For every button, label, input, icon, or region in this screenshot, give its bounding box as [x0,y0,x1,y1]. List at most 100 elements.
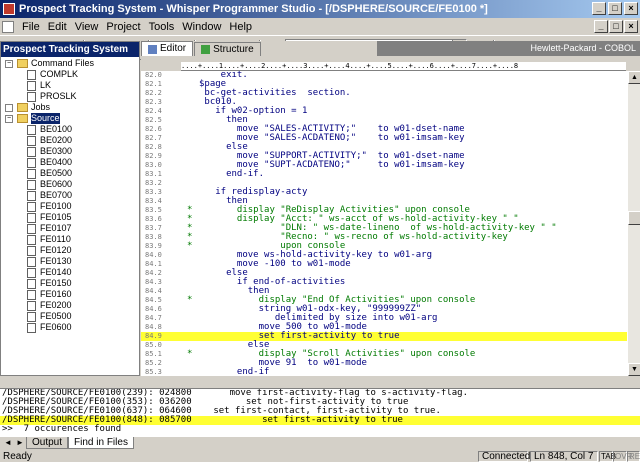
line-number: 84.5 [145,296,162,304]
tree-item[interactable]: BE0300 [1,146,139,157]
line-number: 84.2 [145,269,162,277]
line-number: 83.8 [145,233,162,241]
status-ready: Ready [3,451,32,462]
output-line[interactable]: >> 7 occurences found [0,425,640,434]
tree-item[interactable]: FE0600 [1,322,139,333]
tree-item[interactable]: FE0105 [1,212,139,223]
document-icon[interactable] [2,20,14,33]
line-number: 83.6 [145,215,162,223]
title-bar: Prospect Tracking System - Whisper Progr… [0,0,640,18]
collapse-icon[interactable]: − [5,115,13,123]
file-icon [27,70,36,80]
collapse-icon[interactable]: − [5,60,13,68]
connection-status: Connected [478,451,530,462]
file-icon [27,235,36,245]
tree-item[interactable]: BE0100 [1,124,139,135]
tab-output[interactable]: Output [26,437,69,449]
status-bar: Ready Connected Ln 848, Col 7 TAB OVR RE… [0,450,640,462]
project-panel-title: Prospect Tracking System files [1,42,139,70]
file-icon [27,191,36,201]
tree-item[interactable]: FE0160 [1,289,139,300]
minimize-button[interactable]: _ [592,2,606,15]
line-number: 82.8 [145,143,162,151]
line-number: 82.5 [145,116,162,124]
mdi-close-button[interactable]: × [624,20,638,33]
tree-item-label: BE0400 [40,157,73,167]
tree-item[interactable]: FE0120 [1,245,139,256]
tree-item[interactable]: BE0700 [1,190,139,201]
menu-help[interactable]: Help [225,21,256,33]
tree-item[interactable]: BE0500 [1,168,139,179]
tree-item[interactable]: FE0140 [1,267,139,278]
scroll-thumb[interactable] [628,211,640,225]
code-line[interactable]: 83.1 end-if. [141,170,627,179]
scroll-down-icon[interactable]: ▼ [628,363,640,376]
tree-item[interactable]: − Command Files [1,58,139,69]
tree-item[interactable]: LK [1,80,139,91]
tree-item[interactable]: Jobs [1,102,139,113]
tree-item[interactable]: BE0400 [1,157,139,168]
tree-item-label: BE0700 [40,190,73,200]
menu-view[interactable]: View [71,21,103,33]
line-number: 84.4 [145,287,162,295]
scroll-up-icon[interactable]: ▲ [628,71,640,84]
line-number: 85.3 [145,368,162,376]
menu-edit[interactable]: Edit [44,21,71,33]
code-editor[interactable]: 82.0 exit. 82.1 $page 82.2 bc-get-activitie… [141,71,627,376]
tree-item[interactable]: − Source [1,113,139,124]
tab-scroll-right-icon[interactable]: ► [14,437,26,449]
menu-file[interactable]: File [18,21,44,33]
tree-item[interactable]: BE0200 [1,135,139,146]
mdi-minimize-button[interactable]: _ [594,20,608,33]
tree-item[interactable]: FE0100 [1,201,139,212]
editor-scrollbar[interactable]: ▲ ▼ [627,71,640,376]
tree-item-label: FE0130 [40,256,72,266]
close-button[interactable]: × [624,2,638,15]
output-panel[interactable]: /DSPHERE/SOURCE/FE0100(239): 024800 move… [0,388,640,437]
tree-item[interactable]: FE0500 [1,311,139,322]
tree-item[interactable]: FE0150 [1,278,139,289]
mdi-restore-button[interactable]: □ [609,20,623,33]
line-number: 82.2 [145,89,162,97]
expand-icon[interactable] [5,104,13,112]
tree-item-label: BE0200 [40,135,73,145]
tab-scroll-left-icon[interactable]: ◄ [2,437,14,449]
app-icon [3,3,15,15]
line-number: 84.3 [145,278,162,286]
line-number: 82.9 [145,152,162,160]
tree-item[interactable]: FE0200 [1,300,139,311]
tab-find-in-files[interactable]: Find in Files [68,437,134,449]
comment-marker: * [187,349,193,359]
column-ruler: ....+....1....+....2....+....3....+....4… [181,62,626,71]
tree-item[interactable]: FE0130 [1,256,139,267]
file-icon [27,136,36,146]
tree-item-label: FE0160 [40,289,72,299]
tree-item[interactable]: FE0110 [1,234,139,245]
tree-item-label: LK [40,80,52,90]
code-line[interactable]: 85.3 end-if [141,368,627,377]
file-icon [27,246,36,256]
menu-project[interactable]: Project [102,21,144,33]
tree-item-label: FE0200 [40,300,72,310]
tree-item-label: FE0120 [40,245,72,255]
tree-item[interactable]: BE0600 [1,179,139,190]
file-icon [27,147,36,157]
file-icon [27,224,36,234]
file-icon [27,202,36,212]
tab-structure-label: Structure [213,43,254,55]
menu-window[interactable]: Window [178,21,225,33]
tab-editor-label: Editor [160,43,187,54]
tree-item[interactable]: COMPLK [1,69,139,80]
cursor-position: Ln 848, Col 7 [530,451,598,462]
maximize-button[interactable]: □ [608,2,622,15]
tree-item-label: FE0600 [40,322,72,332]
tab-structure[interactable]: Structure [194,42,261,56]
project-tree: − Command Files COMPLK LK PROSLK Jobs − Source B… [1,58,139,333]
folder-icon [17,114,28,123]
tree-item[interactable]: PROSLK [1,91,139,102]
line-number: 84.1 [145,260,162,268]
menu-tools[interactable]: Tools [145,21,179,33]
tab-editor[interactable]: Editor [141,41,194,56]
file-icon [27,125,36,135]
tree-item[interactable]: FE0107 [1,223,139,234]
